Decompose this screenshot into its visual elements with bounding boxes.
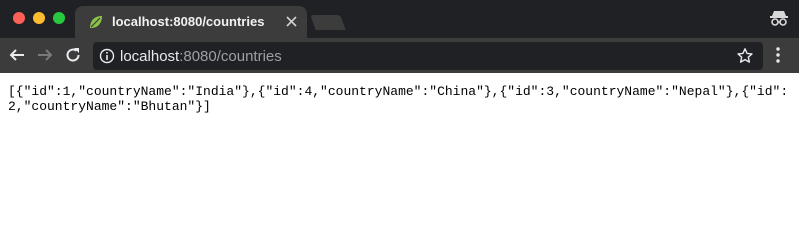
tab-active[interactable]: localhost:8080/countries — [75, 6, 307, 38]
close-window-button[interactable] — [13, 12, 25, 24]
new-tab-button[interactable] — [310, 15, 346, 30]
reload-icon[interactable] — [64, 46, 82, 64]
minimize-window-button[interactable] — [33, 12, 45, 24]
zoom-window-button[interactable] — [53, 12, 65, 24]
kebab-menu-icon[interactable] — [772, 46, 784, 64]
address-bar[interactable]: localhost:8080/countries — [93, 42, 763, 70]
info-icon[interactable] — [99, 48, 115, 64]
url-host: localhost — [120, 48, 180, 65]
bookmark-star-icon[interactable] — [736, 47, 754, 65]
window-titlebar: localhost:8080/countries — [0, 0, 799, 38]
arrow-left-icon[interactable] — [8, 46, 26, 64]
close-icon[interactable] — [286, 16, 297, 27]
url-path: :8080/countries — [179, 48, 282, 65]
incognito-icon — [770, 11, 788, 26]
browser-toolbar: localhost:8080/countries — [0, 38, 799, 73]
spring-leaf-icon — [90, 16, 102, 28]
tab-title: localhost:8080/countries — [112, 14, 265, 29]
json-response-body: [{"id":1,"countryName":"India"},{"id":4,… — [8, 84, 789, 114]
arrow-right-icon[interactable] — [36, 46, 54, 64]
url-text[interactable]: localhost:8080/countries — [120, 48, 282, 65]
